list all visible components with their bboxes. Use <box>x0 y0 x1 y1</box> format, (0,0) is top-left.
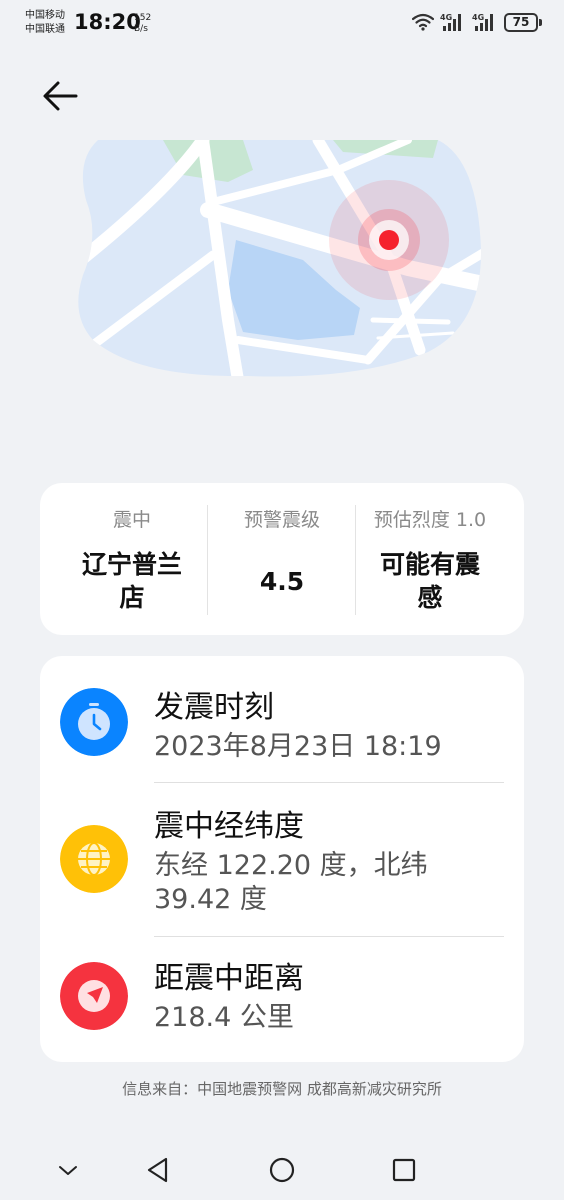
detail-row-coordinates: 震中经纬度 东经 122.20 度，北纬 39.42 度 <box>40 783 524 936</box>
network-speed-value: 152 <box>134 13 152 23</box>
signal-4g-icon-2: 4G <box>472 13 493 31</box>
system-icons: 4G 4G 75 <box>412 12 542 32</box>
detail-row-distance: 距震中距离 218.4 公里 <box>40 937 524 1062</box>
back-arrow-icon <box>43 81 78 111</box>
network-speed: 152 B/s <box>134 13 151 35</box>
quake-summary-card: 震中 辽宁普兰店 预警震级 4.5 预估烈度 1.0 可能有震感 <box>40 483 524 635</box>
detail-title-time: 发震时刻 <box>154 690 274 725</box>
stopwatch-icon <box>60 688 128 756</box>
intensity-summary: 预估烈度 1.0 可能有震感 <box>356 483 504 635</box>
nav-back-button[interactable] <box>136 1148 180 1192</box>
detail-title-distance: 距震中距离 <box>154 961 304 996</box>
navigation-arrow-icon <box>60 962 128 1030</box>
wifi-icon <box>412 13 434 31</box>
circle-home-icon <box>269 1157 295 1183</box>
signal-4g-icon-1: 4G <box>440 13 461 31</box>
magnitude-label: 预警震级 <box>243 509 320 531</box>
carrier-2: 中国联通 <box>25 24 65 35</box>
square-recents-icon <box>392 1158 416 1182</box>
back-button[interactable] <box>34 72 86 120</box>
detail-title-coordinates: 震中经纬度 <box>154 809 304 844</box>
network-speed-unit: B/s <box>134 24 148 34</box>
epicenter-summary: 震中 辽宁普兰店 <box>58 483 206 635</box>
quake-detail-card: 发震时刻 2023年8月23日 18:19 震中经纬度 东经 122.20 度，… <box>40 656 524 1062</box>
detail-value-coordinates: 东经 122.20 度，北纬 39.42 度 <box>154 850 428 915</box>
hide-nav-button[interactable] <box>46 1148 90 1192</box>
globe-icon <box>60 825 128 893</box>
carrier-names: 中国移动 中国联通 <box>25 9 65 37</box>
battery-level: 75 <box>504 12 538 32</box>
detail-row-time: 发震时刻 2023年8月23日 18:19 <box>40 656 524 782</box>
magnitude-value: 4.5 <box>259 566 305 596</box>
epicenter-value: 辽宁普兰店 <box>81 550 182 612</box>
nav-recents-button[interactable] <box>382 1148 426 1192</box>
detail-value-time: 2023年8月23日 18:19 <box>154 731 442 762</box>
signal-1-label: 4G <box>440 13 452 22</box>
magnitude-summary: 预警震级 4.5 <box>208 483 356 635</box>
signal-2-label: 4G <box>472 13 484 22</box>
status-bar: 中国移动 中国联通 18:20 152 B/s 4G 4G 75 <box>0 0 564 50</box>
system-nav-bar <box>0 1140 564 1200</box>
epicenter-map <box>78 140 482 377</box>
data-source-text: 信息来自：中国地震预警网 成都高新减灾研究所 <box>122 1080 442 1098</box>
chevron-down-icon <box>59 1166 77 1175</box>
intensity-label: 预估烈度 1.0 <box>373 509 487 531</box>
detail-value-distance: 218.4 公里 <box>154 1002 294 1033</box>
triangle-back-icon <box>147 1157 168 1183</box>
intensity-value: 可能有震感 <box>379 550 480 612</box>
carrier-1: 中国移动 <box>25 10 65 21</box>
nav-home-button[interactable] <box>260 1148 304 1192</box>
epicenter-label: 震中 <box>112 509 151 531</box>
battery-icon: 75 <box>504 12 542 32</box>
status-time: 18:20 <box>74 10 141 34</box>
